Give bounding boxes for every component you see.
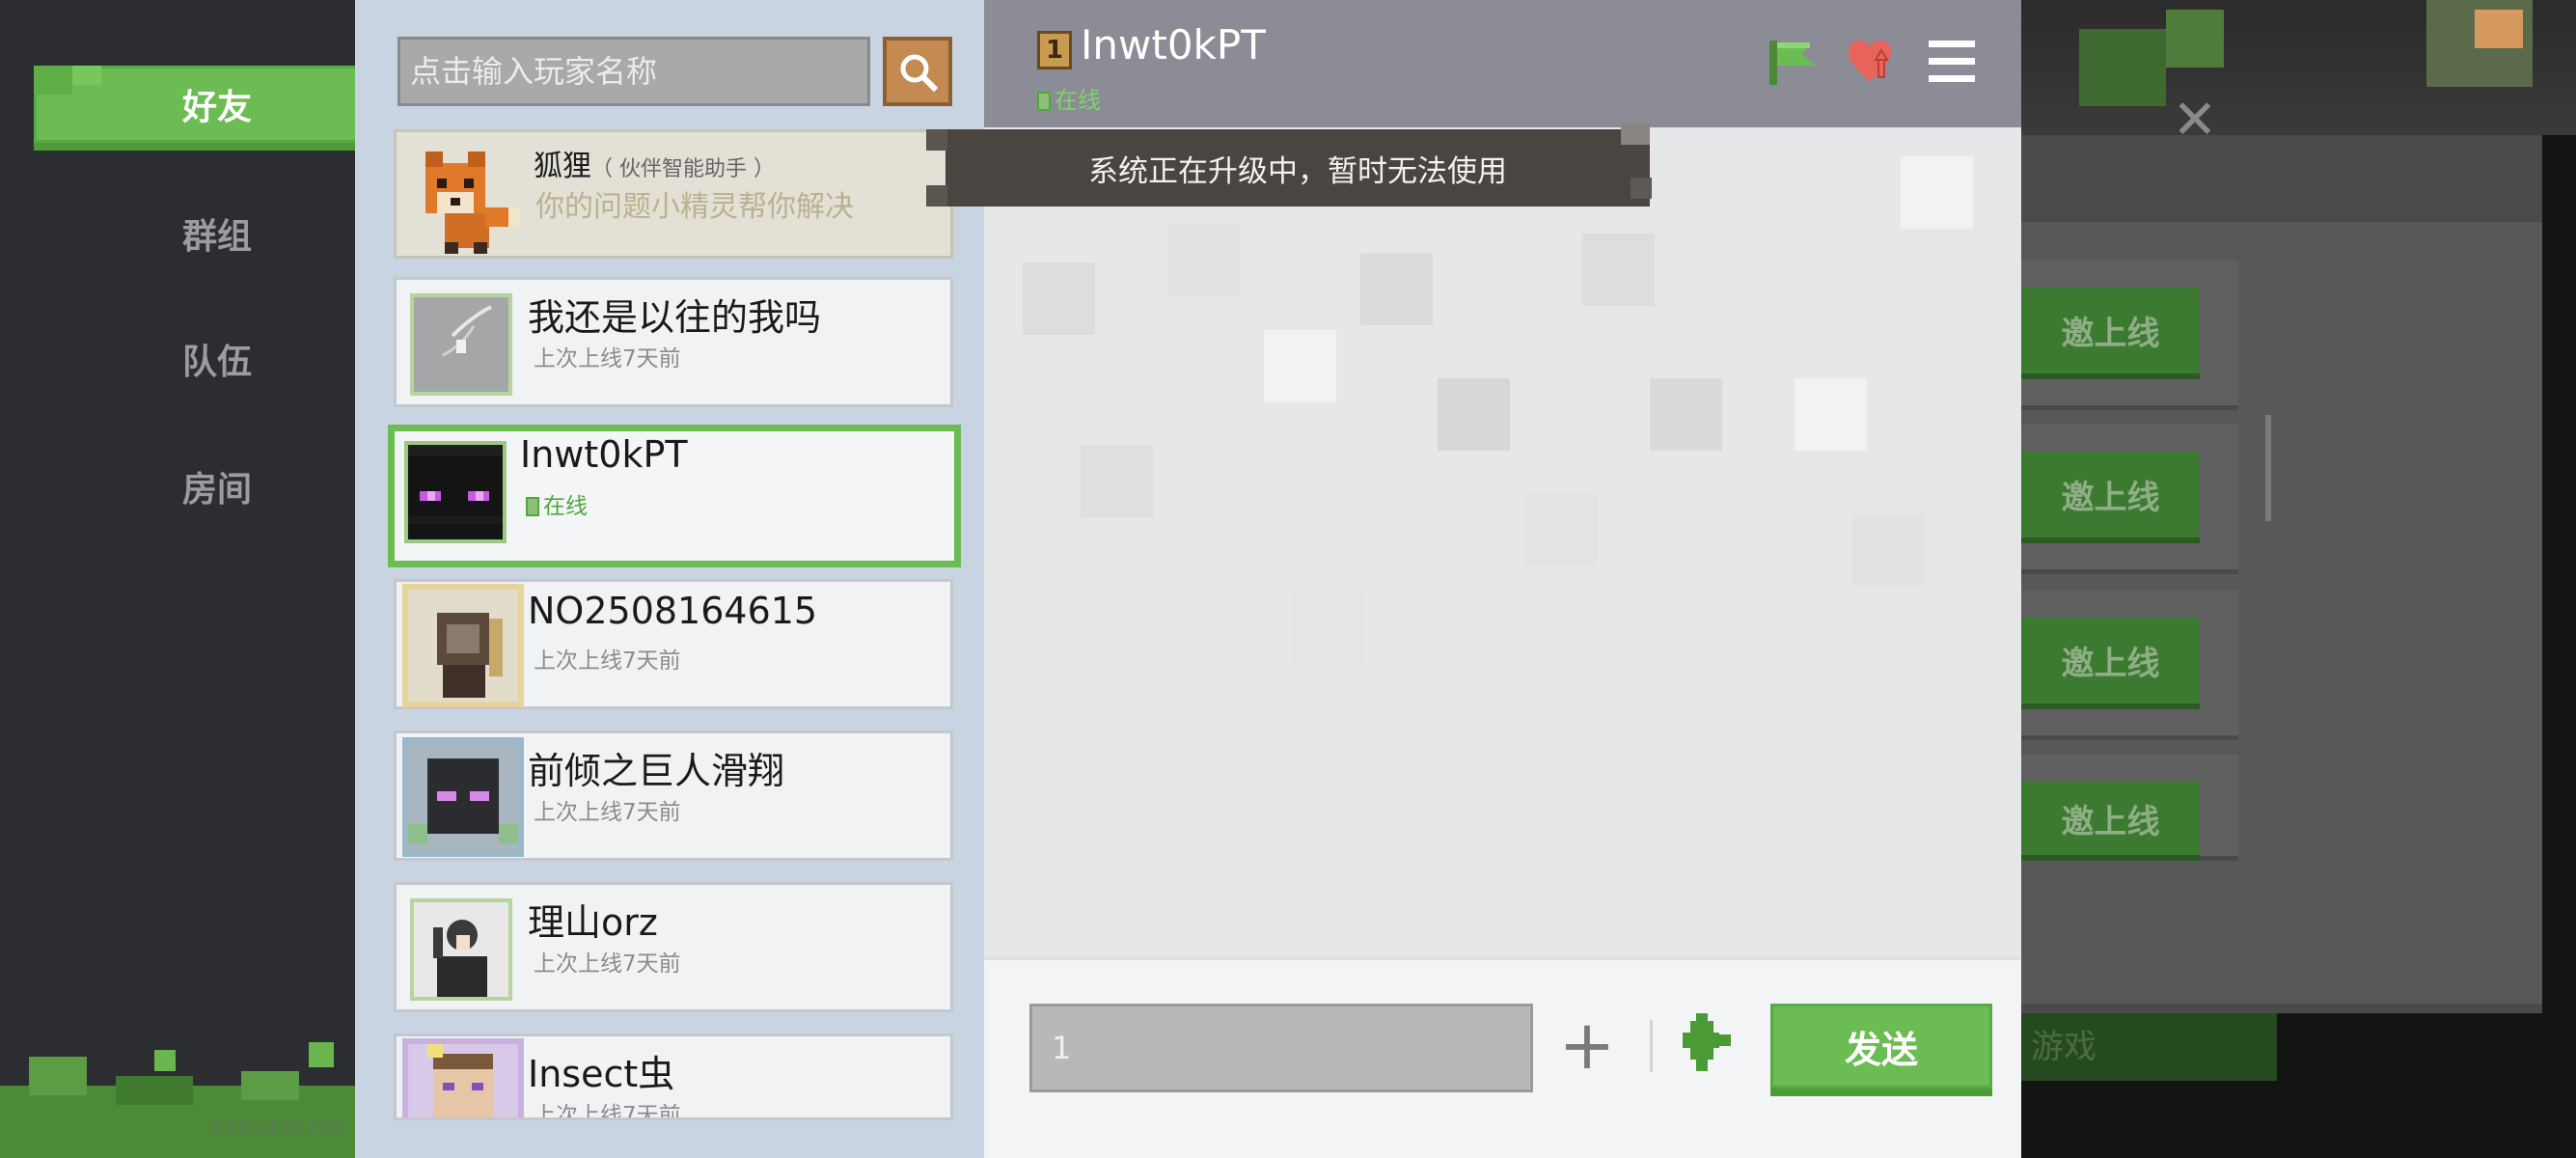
online-icon — [526, 497, 539, 516]
level-badge: 1 — [1037, 31, 1072, 69]
friend-item-selected[interactable]: Inwt0kPT 在线 — [388, 425, 961, 567]
friend-item[interactable]: 理山orz 上次上线7天前 — [394, 882, 953, 1012]
search-input[interactable]: 点击输入玩家名称 — [397, 37, 870, 106]
puzzle-icon[interactable] — [1677, 1013, 1735, 1073]
assistant-name-row: 狐狸（ 伙伴智能助手 ） — [534, 142, 775, 184]
friend-item[interactable]: Insect虫 上次上线7天前 — [394, 1034, 953, 1120]
invite-button: 邀上线 — [2021, 288, 2200, 379]
avatar — [402, 737, 524, 857]
friend-item[interactable]: 我还是以往的我吗 上次上线7天前 — [394, 277, 953, 407]
tab-team-label: 队伍 — [181, 343, 252, 382]
friend-name: Insect虫 — [528, 1053, 675, 1095]
user-id-text: 2385492760 — [210, 1117, 345, 1142]
assistant-tag: （ 伙伴智能助手 ） — [591, 157, 775, 181]
message-input[interactable]: 1 — [1029, 1004, 1533, 1092]
friend-name: 前倾之巨人滑翔 — [528, 750, 785, 792]
friend-name: 我还是以往的我吗 — [528, 296, 822, 339]
assistant-name: 狐狸 — [534, 150, 591, 183]
search-icon — [900, 54, 939, 93]
chat-header: 1 Inwt0kPT 在线 — [984, 0, 2021, 127]
tab-rooms-label: 房间 — [181, 470, 252, 510]
invite-button: 邀上线 — [2021, 782, 2200, 861]
avatar — [402, 584, 524, 707]
left-nav: 好友 群组 队伍 房间 2385492760 — [0, 0, 376, 1158]
flag-icon[interactable] — [1766, 35, 1820, 89]
friend-name: 理山orz — [528, 901, 658, 944]
chat-title: Inwt0kPT — [1081, 21, 1266, 69]
background-card: 邀上线 — [2021, 755, 2238, 861]
friend-status: 上次上线7天前 — [534, 1103, 681, 1120]
background-card: 邀上线 — [2021, 425, 2238, 574]
background-game-screen: ✕ 邀上线 邀上线 邀上线 邀上线 游戏 — [2021, 0, 2576, 1158]
friend-item[interactable]: NO2508164615 上次上线7天前 — [394, 579, 953, 709]
toast-message: 系统正在升级中，暂时无法使用 — [1088, 153, 1507, 189]
tab-friends[interactable]: 好友 — [34, 66, 362, 151]
avatar — [402, 1038, 524, 1117]
avatar — [410, 293, 512, 396]
tab-groups-label: 群组 — [181, 217, 252, 257]
background-scene — [2021, 0, 2576, 135]
friend-name: NO2508164615 — [528, 590, 818, 632]
search-button[interactable] — [883, 37, 952, 106]
online-icon — [1037, 92, 1051, 111]
background-dialog: ✕ 邀上线 邀上线 邀上线 邀上线 — [2021, 94, 2542, 1013]
system-toast: 系统正在升级中，暂时无法使用 — [926, 124, 1652, 207]
close-icon: ✕ — [2172, 89, 2218, 152]
friend-status: 上次上线7天前 — [534, 800, 681, 825]
friend-name: Inwt0kPT — [520, 433, 688, 476]
friend-status: 上次上线7天前 — [534, 648, 681, 674]
assistant-card[interactable]: 狐狸（ 伙伴智能助手 ） 你的问题小精灵帮你解决 — [394, 129, 953, 259]
tab-team[interactable]: 队伍 — [34, 317, 362, 401]
invite-button: 邀上线 — [2021, 618, 2200, 709]
divider — [1650, 1020, 1653, 1072]
avatar — [404, 441, 507, 543]
chat-status: 在线 — [1037, 81, 1101, 115]
friend-item[interactable]: 前倾之巨人滑翔 上次上线7天前 — [394, 731, 953, 861]
avatar — [410, 898, 512, 1001]
assistant-description: 你的问题小精灵帮你解决 — [535, 190, 854, 224]
menu-icon[interactable] — [1925, 35, 1979, 89]
tab-groups[interactable]: 群组 — [34, 191, 362, 276]
tab-rooms[interactable]: 房间 — [34, 444, 362, 529]
tab-friends-label: 好友 — [181, 88, 252, 127]
fox-avatar — [425, 152, 520, 254]
send-button[interactable]: 发送 — [1770, 1004, 1992, 1096]
friend-status: 上次上线7天前 — [534, 951, 681, 977]
background-card: 邀上线 — [2021, 261, 2238, 410]
heart-upgrade-icon[interactable] — [1843, 35, 1897, 89]
chat-input-bar: 1 + 发送 — [984, 957, 2021, 1158]
friend-status: 在线 — [526, 487, 588, 520]
chat-message-area — [984, 127, 2021, 957]
background-bottom-button: 游戏 — [2021, 1013, 2277, 1081]
plus-icon[interactable]: + — [1558, 1011, 1616, 1079]
background-dialog-body: 邀上线 邀上线 邀上线 邀上线 — [2021, 222, 2542, 1004]
background-scrollbar — [2265, 415, 2271, 521]
friend-status: 上次上线7天前 — [534, 346, 681, 372]
invite-button: 邀上线 — [2021, 452, 2200, 543]
background-card: 邀上线 — [2021, 591, 2238, 740]
